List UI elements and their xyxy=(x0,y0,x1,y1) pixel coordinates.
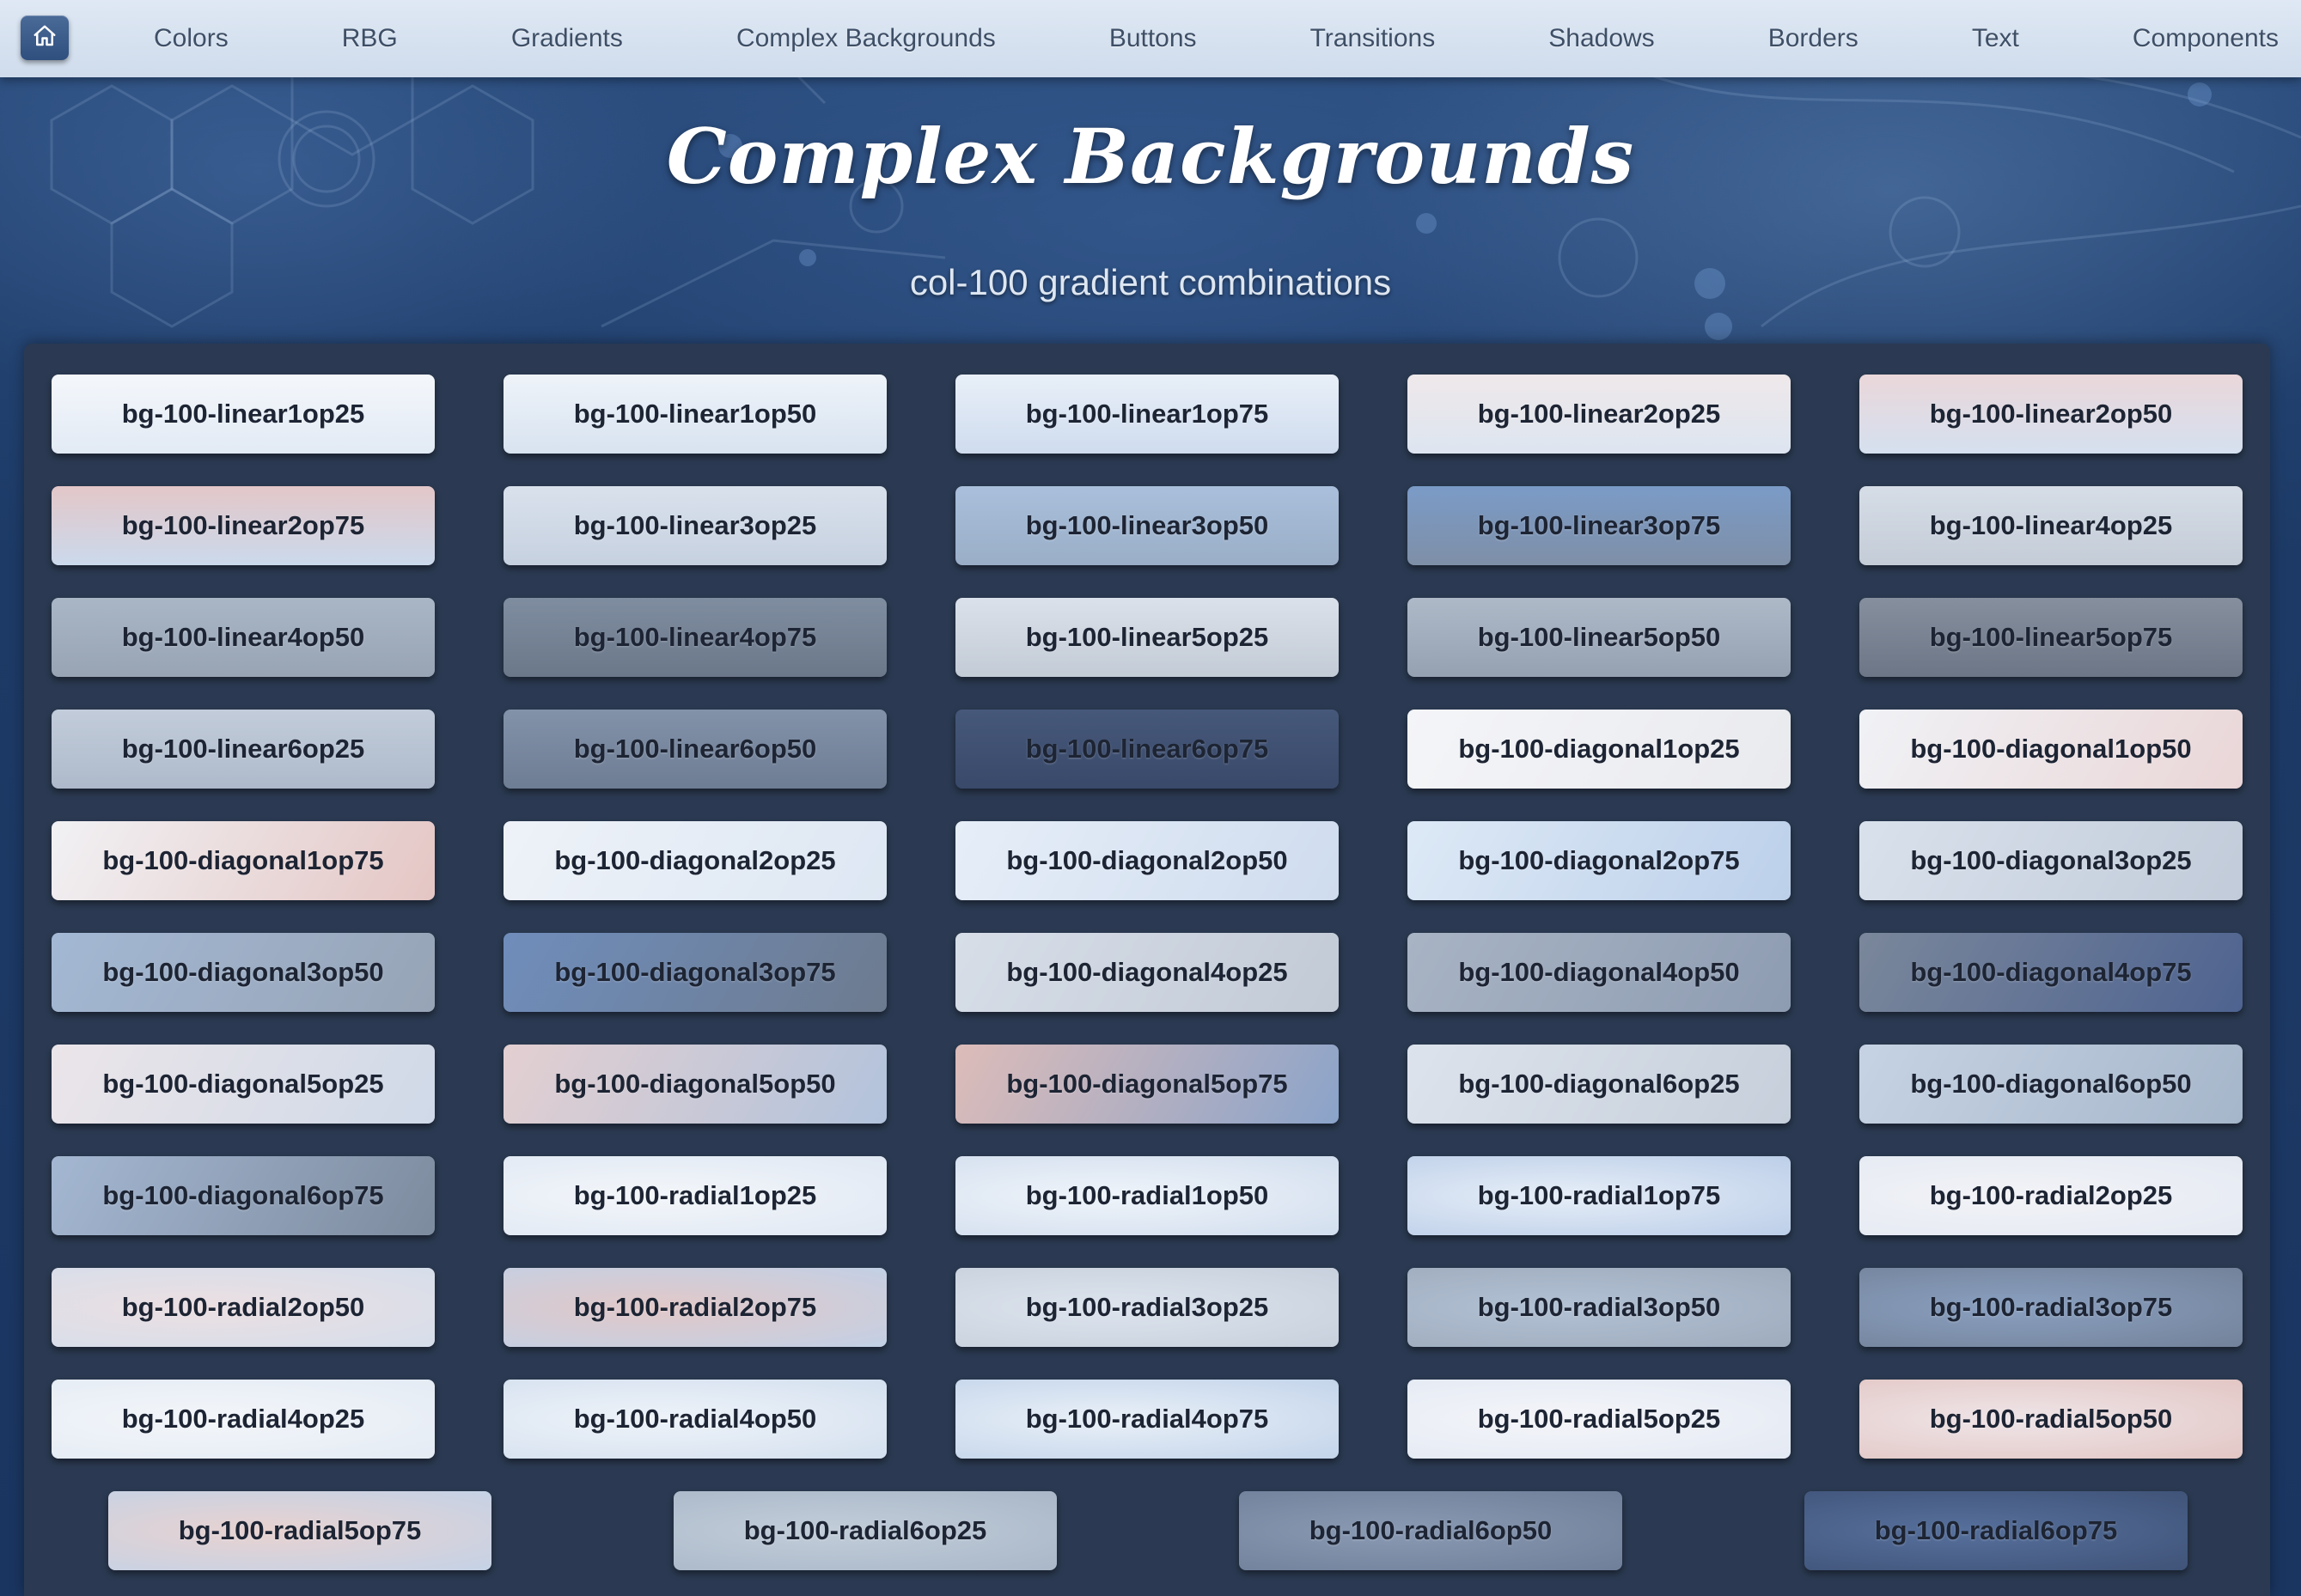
nav-menu: Colors RBG Gradients Complex Backgrounds… xyxy=(142,0,2301,77)
swatch-tile[interactable]: bg-100-radial4op25 xyxy=(52,1380,435,1459)
swatch-tile[interactable]: bg-100-linear2op50 xyxy=(1859,375,2243,454)
swatch-tile[interactable]: bg-100-radial2op50 xyxy=(52,1268,435,1347)
swatch-tile[interactable]: bg-100-radial3op25 xyxy=(955,1268,1339,1347)
swatch-tile[interactable]: bg-100-diagonal4op75 xyxy=(1859,933,2243,1012)
swatch-tile[interactable]: bg-100-linear3op50 xyxy=(955,486,1339,565)
swatch-tile[interactable]: bg-100-linear6op25 xyxy=(52,710,435,789)
home-icon xyxy=(32,23,58,53)
swatch-tile[interactable]: bg-100-diagonal1op75 xyxy=(52,821,435,900)
swatch-tile[interactable]: bg-100-diagonal5op25 xyxy=(52,1045,435,1124)
swatch-tile[interactable]: bg-100-linear1op75 xyxy=(955,375,1339,454)
swatch-tile[interactable]: bg-100-radial6op50 xyxy=(1239,1491,1622,1570)
swatch-tile[interactable]: bg-100-radial6op25 xyxy=(674,1491,1057,1570)
swatch-tile[interactable]: bg-100-linear3op75 xyxy=(1407,486,1791,565)
swatch-tile[interactable]: bg-100-diagonal6op50 xyxy=(1859,1045,2243,1124)
swatch-grid: bg-100-linear1op25 bg-100-linear1op50 bg-1… xyxy=(52,375,2243,1459)
swatch-tile[interactable]: bg-100-linear2op75 xyxy=(52,486,435,565)
nav-item-rbg[interactable]: RBG xyxy=(330,24,410,53)
swatch-tile[interactable]: bg-100-linear3op25 xyxy=(504,486,887,565)
swatch-tile[interactable]: bg-100-radial4op50 xyxy=(504,1380,887,1459)
nav-item-transitions[interactable]: Transitions xyxy=(1298,24,1448,53)
swatch-tile[interactable]: bg-100-radial3op75 xyxy=(1859,1268,2243,1347)
swatch-tile[interactable]: bg-100-radial4op75 xyxy=(955,1380,1339,1459)
nav-item-complex-backgrounds[interactable]: Complex Backgrounds xyxy=(724,24,1008,53)
home-button[interactable] xyxy=(21,15,69,60)
nav-item-buttons[interactable]: Buttons xyxy=(1097,24,1209,53)
swatch-tile[interactable]: bg-100-diagonal3op50 xyxy=(52,933,435,1012)
swatch-tile[interactable]: bg-100-linear5op25 xyxy=(955,598,1339,677)
top-navigation: Colors RBG Gradients Complex Backgrounds… xyxy=(0,0,2301,77)
swatch-tile[interactable]: bg-100-linear4op75 xyxy=(504,598,887,677)
swatch-tile[interactable]: bg-100-linear1op50 xyxy=(504,375,887,454)
swatch-tile[interactable]: bg-100-linear6op75 xyxy=(955,710,1339,789)
swatch-tile[interactable]: bg-100-radial5op50 xyxy=(1859,1380,2243,1459)
swatch-tile[interactable]: bg-100-diagonal3op75 xyxy=(504,933,887,1012)
swatch-tile[interactable]: bg-100-diagonal4op25 xyxy=(955,933,1339,1012)
nav-item-colors[interactable]: Colors xyxy=(142,24,241,53)
page-title: Complex Backgrounds xyxy=(666,112,1635,201)
swatch-tile[interactable]: bg-100-linear1op25 xyxy=(52,375,435,454)
swatch-tile[interactable]: bg-100-diagonal6op75 xyxy=(52,1156,435,1235)
swatch-tile[interactable]: bg-100-radial1op25 xyxy=(504,1156,887,1235)
swatch-tile[interactable]: bg-100-diagonal6op25 xyxy=(1407,1045,1791,1124)
swatch-tile[interactable]: bg-100-diagonal2op50 xyxy=(955,821,1339,900)
swatch-tile[interactable]: bg-100-diagonal3op25 xyxy=(1859,821,2243,900)
swatch-tile[interactable]: bg-100-diagonal4op50 xyxy=(1407,933,1791,1012)
swatch-tile[interactable]: bg-100-linear5op50 xyxy=(1407,598,1791,677)
nav-item-shadows[interactable]: Shadows xyxy=(1536,24,1666,53)
swatch-last-row: bg-100-radial5op75 bg-100-radial6op25 bg-1… xyxy=(24,1491,2270,1570)
swatch-panel: bg-100-linear1op25 bg-100-linear1op50 bg-1… xyxy=(24,344,2270,1596)
swatch-tile[interactable]: bg-100-diagonal2op25 xyxy=(504,821,887,900)
swatch-tile[interactable]: bg-100-radial6op75 xyxy=(1804,1491,2188,1570)
page-subtitle: col-100 gradient combinations xyxy=(909,262,1392,302)
swatch-tile[interactable]: bg-100-diagonal1op50 xyxy=(1859,710,2243,789)
swatch-tile[interactable]: bg-100-radial1op50 xyxy=(955,1156,1339,1235)
swatch-tile[interactable]: bg-100-radial5op75 xyxy=(108,1491,491,1570)
swatch-tile[interactable]: bg-100-diagonal2op75 xyxy=(1407,821,1791,900)
swatch-tile[interactable]: bg-100-diagonal5op75 xyxy=(955,1045,1339,1124)
swatch-tile[interactable]: bg-100-radial2op75 xyxy=(504,1268,887,1347)
swatch-tile[interactable]: bg-100-linear6op50 xyxy=(504,710,887,789)
swatch-tile[interactable]: bg-100-radial3op50 xyxy=(1407,1268,1791,1347)
swatch-tile[interactable]: bg-100-radial1op75 xyxy=(1407,1156,1791,1235)
nav-item-text[interactable]: Text xyxy=(1960,24,2031,53)
swatch-tile[interactable]: bg-100-linear5op75 xyxy=(1859,598,2243,677)
swatch-tile[interactable]: bg-100-linear4op50 xyxy=(52,598,435,677)
nav-item-borders[interactable]: Borders xyxy=(1756,24,1871,53)
swatch-tile[interactable]: bg-100-radial5op25 xyxy=(1407,1380,1791,1459)
swatch-tile[interactable]: bg-100-diagonal1op25 xyxy=(1407,710,1791,789)
swatch-tile[interactable]: bg-100-diagonal5op50 xyxy=(504,1045,887,1124)
swatch-tile[interactable]: bg-100-radial2op25 xyxy=(1859,1156,2243,1235)
swatch-tile[interactable]: bg-100-linear4op25 xyxy=(1859,486,2243,565)
swatch-tile[interactable]: bg-100-linear2op25 xyxy=(1407,375,1791,454)
nav-item-components[interactable]: Components xyxy=(2121,24,2291,53)
nav-item-gradients[interactable]: Gradients xyxy=(499,24,635,53)
